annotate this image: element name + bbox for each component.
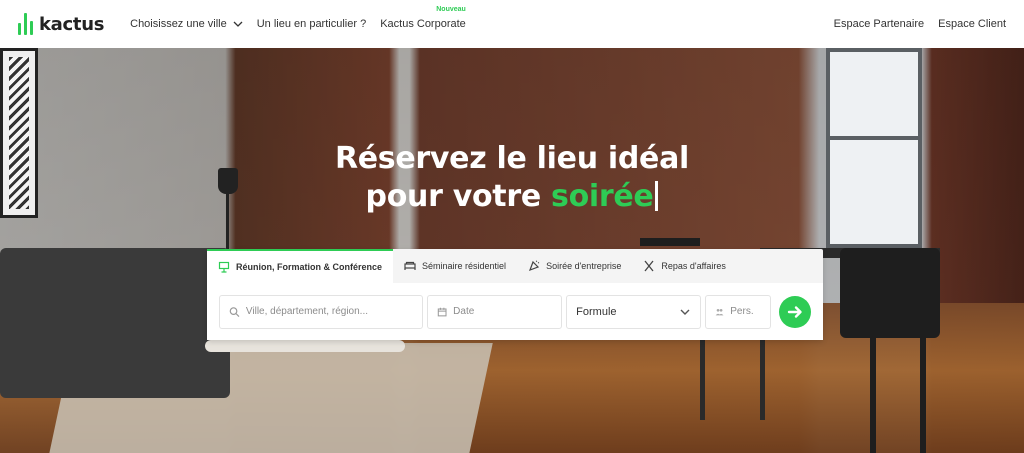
hero-headline: Réservez le lieu idéal pour votre soirée xyxy=(0,140,1024,216)
people-input[interactable] xyxy=(730,306,762,317)
hero-headline-accent: soirée xyxy=(551,179,654,214)
nav-right-links: Espace Partenaire Espace Client xyxy=(834,18,1006,30)
city-input[interactable] xyxy=(245,306,413,317)
kactus-logo[interactable]: kactus xyxy=(18,13,104,35)
city-field[interactable] xyxy=(219,294,423,329)
sofa-image xyxy=(0,248,230,398)
chevron-down-icon xyxy=(233,21,243,27)
tab-residential-seminar[interactable]: Séminaire résidentiel xyxy=(393,249,517,283)
search-card: Réunion, Formation & Conférence Séminair… xyxy=(207,249,823,340)
nav-kactus-corporate-label: Kactus Corporate xyxy=(380,18,466,30)
partner-space-link[interactable]: Espace Partenaire xyxy=(834,18,925,30)
presentation-board-icon xyxy=(218,261,230,273)
nav-specific-place[interactable]: Un lieu en particulier ? xyxy=(257,18,366,30)
search-icon xyxy=(229,306,240,317)
tab-label: Séminaire résidentiel xyxy=(422,261,507,271)
formule-value: Formule xyxy=(576,305,617,318)
formule-select[interactable]: Formule xyxy=(566,294,702,329)
top-navbar: kactus Choisissez une ville Un lieu en p… xyxy=(0,0,1024,48)
search-fields: Formule xyxy=(207,283,823,340)
logo-mark-icon xyxy=(18,13,33,35)
tab-corporate-party[interactable]: Soirée d'entreprise xyxy=(517,249,632,283)
bed-icon xyxy=(404,261,416,270)
arrow-right-icon xyxy=(787,305,802,318)
logo-text: kactus xyxy=(39,13,105,35)
chevron-down-icon xyxy=(680,309,690,315)
hero-headline-line1: Réservez le lieu idéal xyxy=(334,141,690,176)
search-submit-button[interactable] xyxy=(779,295,811,328)
typing-cursor xyxy=(655,181,659,211)
event-type-tabs: Réunion, Formation & Conférence Séminair… xyxy=(207,249,823,283)
coffee-table-image xyxy=(205,340,405,352)
date-field[interactable] xyxy=(426,294,563,329)
tab-label: Réunion, Formation & Conférence xyxy=(236,262,383,272)
client-space-link[interactable]: Espace Client xyxy=(938,18,1006,30)
tab-meeting-training-conference[interactable]: Réunion, Formation & Conférence xyxy=(207,249,394,283)
tab-label: Soirée d'entreprise xyxy=(546,261,622,271)
nav-kactus-corporate[interactable]: Kactus Corporate Nouveau xyxy=(380,6,466,30)
chair-image xyxy=(840,248,940,338)
nav-choose-city-label: Choisissez une ville xyxy=(130,18,227,30)
people-icon xyxy=(716,308,724,315)
hero-headline-line2: pour votre soirée xyxy=(0,178,1024,216)
date-input[interactable] xyxy=(453,306,553,317)
tab-business-meal[interactable]: Repas d'affaires xyxy=(632,249,737,283)
party-icon xyxy=(529,260,540,272)
calendar-icon xyxy=(437,307,447,316)
nav-specific-place-label: Un lieu en particulier ? xyxy=(256,18,367,30)
nav-choose-city[interactable]: Choisissez une ville xyxy=(130,18,243,30)
tab-label: Repas d'affaires xyxy=(661,261,726,271)
new-badge: Nouveau xyxy=(436,6,466,13)
people-field[interactable] xyxy=(705,294,772,329)
utensils-icon xyxy=(644,260,654,272)
